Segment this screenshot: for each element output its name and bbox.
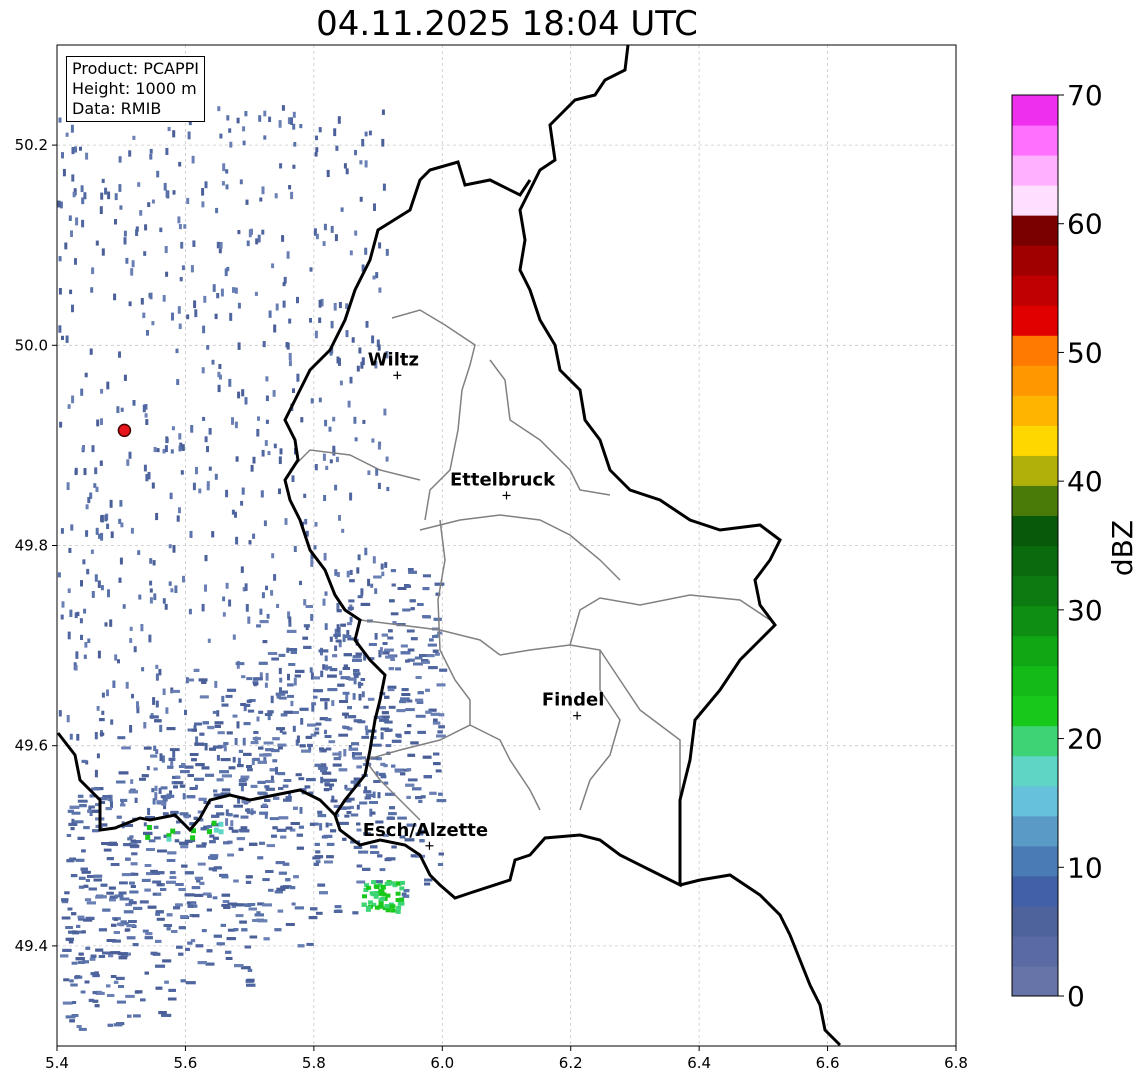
colorbar-segment	[1012, 785, 1058, 817]
colorbar-segment	[1012, 215, 1058, 246]
height-line: Height: 1000 m	[72, 79, 197, 98]
map-title: 04.11.2025 18:04 UTC	[316, 4, 698, 44]
colorbar-segment	[1012, 395, 1058, 426]
luxembourg-canton-borders	[289, 309, 771, 821]
colorbar-segment	[1012, 905, 1058, 937]
germany-france-border	[679, 873, 842, 1047]
radar-map-figure: 5.4 5.6 5.8 6.0 6.2 6.4 6.6 6.8 50.2 50.0 49.8 49.6…	[15, 44, 1139, 1072]
y-tick-label: 49.6	[15, 737, 48, 755]
colorbar-segment	[1012, 365, 1058, 396]
colorbar-segment	[1012, 185, 1058, 216]
colorbar-tick-label: 0	[1067, 980, 1085, 1013]
colorbar-segment	[1012, 575, 1058, 607]
colorbar-tick-label: 60	[1067, 208, 1103, 241]
belgium-france-border	[56, 732, 337, 833]
y-tick-label: 49.4	[15, 937, 48, 955]
colorbar-segment	[1012, 605, 1058, 637]
colorbar-tick-label: 20	[1067, 723, 1103, 756]
x-tick-label: 6.8	[944, 1054, 968, 1072]
colorbar-tick-label: 10	[1067, 851, 1103, 884]
colorbar-tick-label: 70	[1067, 79, 1103, 112]
colorbar-segment	[1012, 485, 1058, 516]
city-label: Esch/Alzette	[363, 820, 488, 841]
colorbar-segment	[1012, 665, 1058, 697]
colorbar-tick-label: 50	[1067, 336, 1103, 369]
x-tick-label: 5.4	[45, 1054, 69, 1072]
colorbar-segment	[1012, 155, 1058, 186]
colorbar-segment	[1012, 815, 1058, 847]
city-marker: Esch/Alzette	[363, 820, 488, 850]
y-tick-label: 50.0	[15, 336, 48, 354]
x-tick-label: 6.2	[559, 1054, 583, 1072]
colorbar-segment	[1012, 305, 1058, 336]
y-tick-label: 49.8	[15, 537, 48, 555]
city-label: Ettelbruck	[450, 469, 556, 490]
radar-site-marker	[117, 423, 132, 438]
x-tick-label: 6.6	[816, 1054, 840, 1072]
radar-echoes	[57, 105, 448, 1031]
colorbar-segment	[1012, 125, 1058, 156]
product-line: Product: PCAPPI	[72, 59, 200, 78]
city-label: Wiltz	[368, 349, 419, 370]
colorbar: 0 10 20 30 40 50 60 70 dBZ	[1011, 79, 1139, 1013]
x-tick-label: 6.0	[430, 1054, 454, 1072]
data-source-line: Data: RMIB	[72, 99, 162, 118]
colorbar-segment	[1012, 275, 1058, 306]
colorbar-segment	[1012, 965, 1058, 997]
city-label: Findel	[542, 690, 605, 711]
city-marker: Wiltz	[368, 349, 419, 380]
colorbar-segment	[1012, 635, 1058, 667]
colorbar-segment	[1012, 515, 1058, 546]
y-tick-label: 50.2	[15, 136, 48, 154]
colorbar-segment	[1012, 425, 1058, 456]
city-marker: Findel	[542, 690, 605, 720]
colorbar-segment	[1012, 725, 1058, 757]
colorbar-tick-label: 40	[1067, 465, 1103, 498]
colorbar-tick-label: 30	[1067, 594, 1103, 627]
colorbar-segment	[1012, 845, 1058, 877]
x-tick-label: 6.4	[687, 1054, 711, 1072]
colorbar-unit-label: dBZ	[1106, 520, 1139, 576]
colorbar-segment	[1012, 935, 1058, 967]
colorbar-segment	[1012, 755, 1058, 787]
colorbar-segment	[1012, 95, 1058, 126]
product-info-box: Product: PCAPPI Height: 1000 m Data: RMI…	[66, 56, 206, 122]
x-tick-label: 5.6	[173, 1054, 197, 1072]
colorbar-segment	[1012, 335, 1058, 366]
colorbar-segment	[1012, 875, 1058, 907]
city-marker: Ettelbruck	[450, 469, 556, 500]
colorbar-segment	[1012, 245, 1058, 276]
colorbar-segment	[1012, 545, 1058, 577]
colorbar-segment	[1012, 455, 1058, 486]
colorbar-segment	[1012, 695, 1058, 727]
x-tick-label: 5.8	[302, 1054, 326, 1072]
